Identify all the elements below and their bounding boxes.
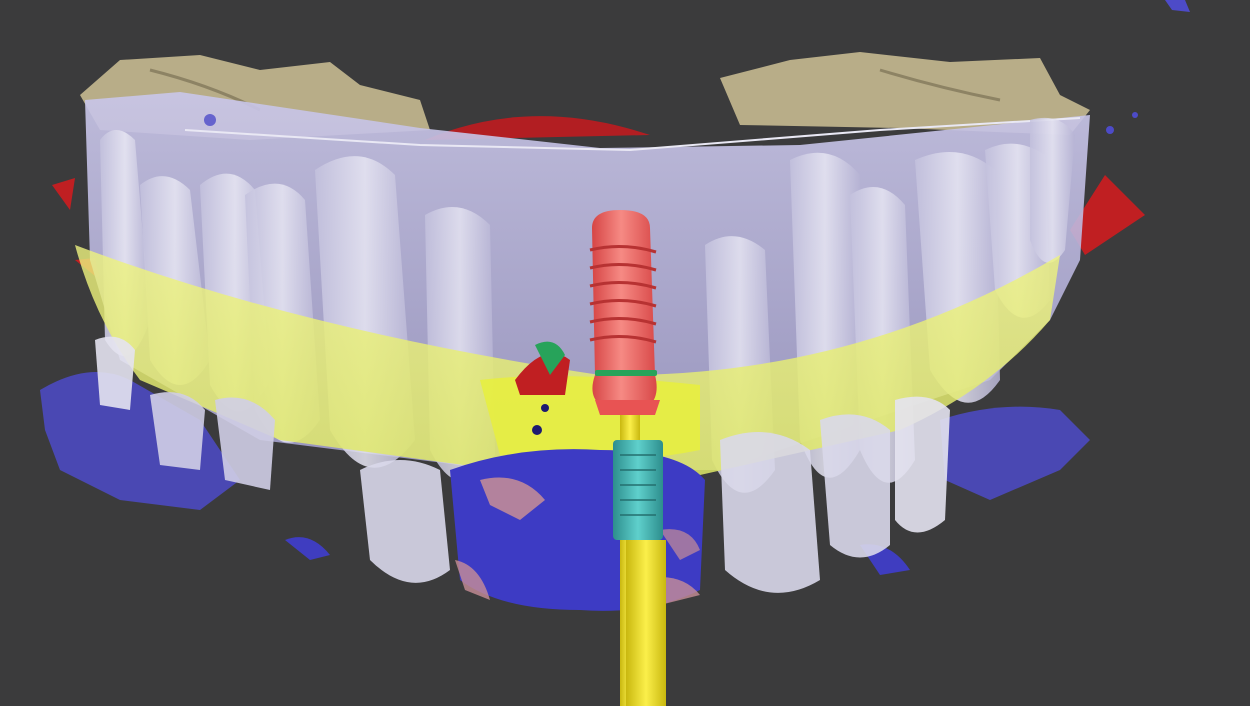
dental-implant[interactable] [589,210,660,415]
3d-viewport[interactable] [0,0,1250,706]
dental-3d-scene[interactable] [0,0,1250,706]
palatal-tissue [450,449,705,611]
guide-sleeve[interactable] [613,440,663,540]
